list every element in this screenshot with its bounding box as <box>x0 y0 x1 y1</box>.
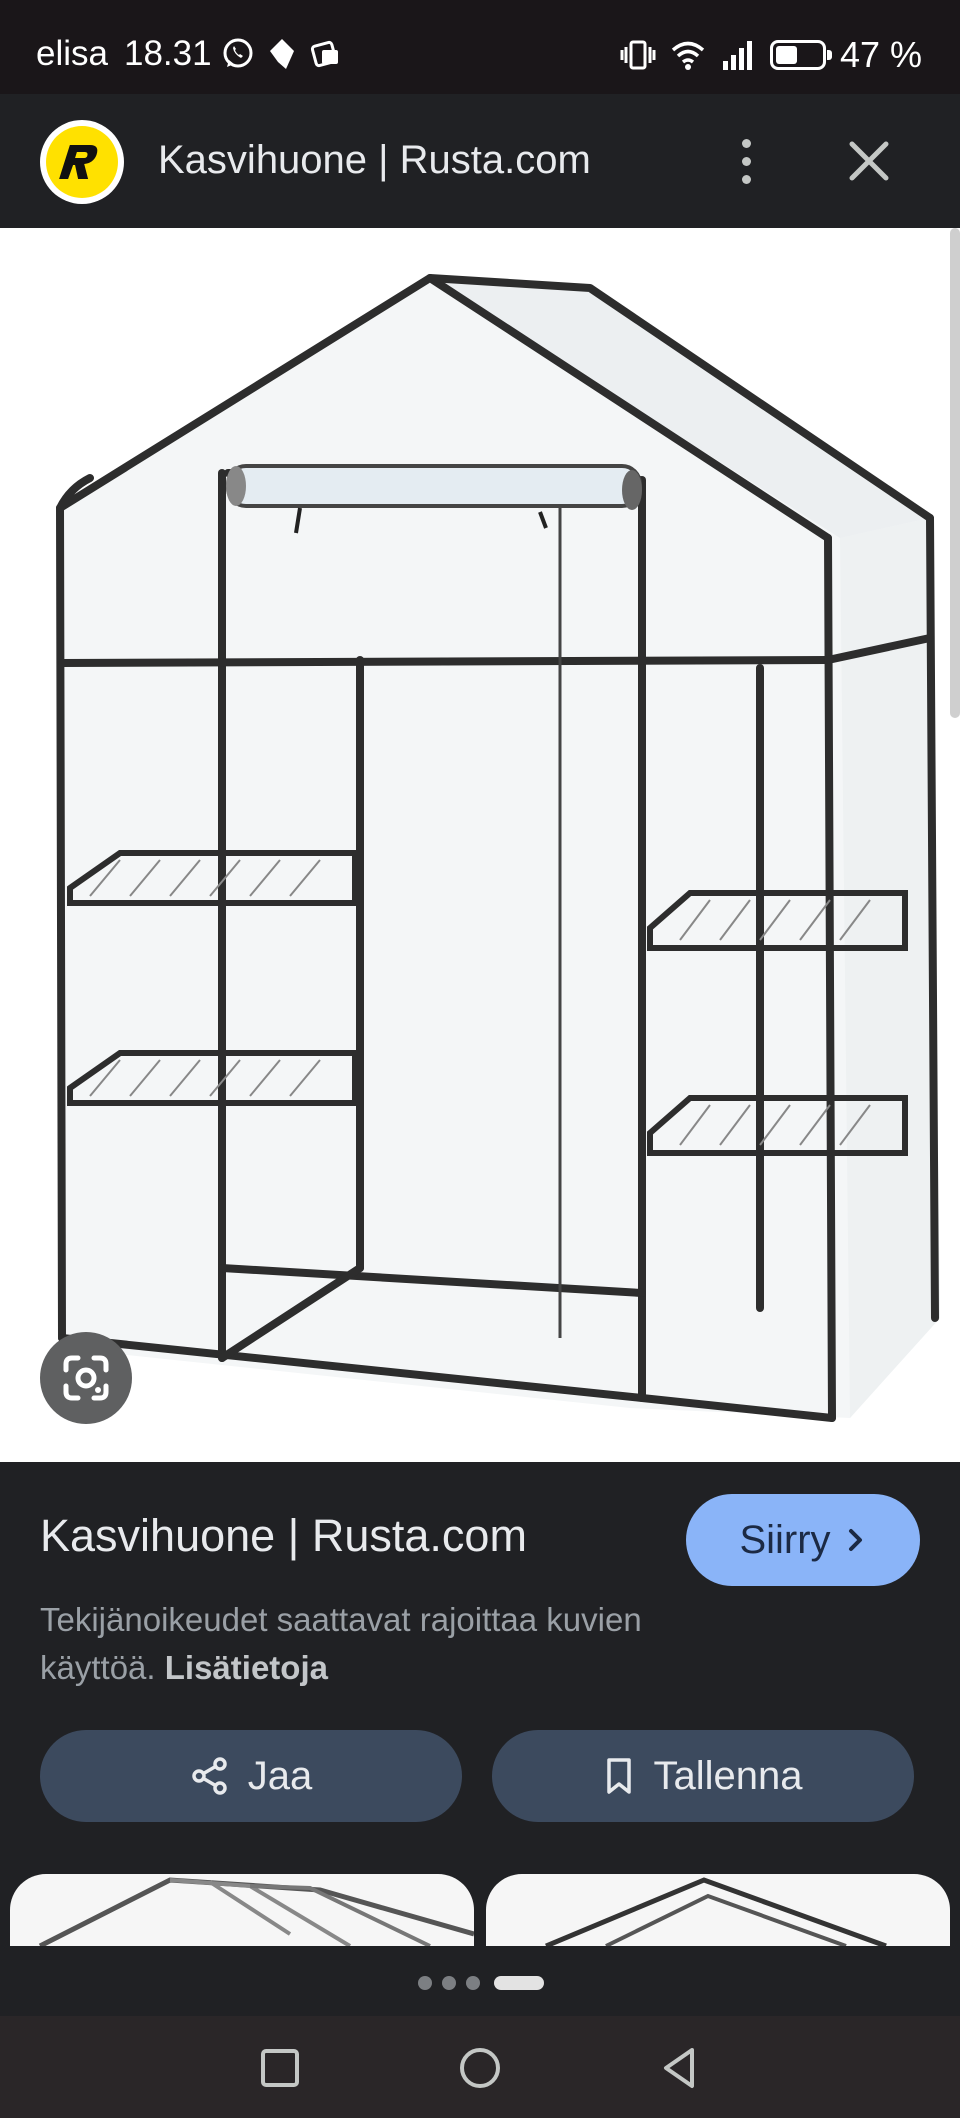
triangle-back-icon[interactable] <box>656 2044 704 2092</box>
whatsapp-icon <box>223 38 253 68</box>
pager-dot-active[interactable] <box>494 1976 544 1990</box>
rusta-logo-mark <box>59 145 98 179</box>
wifi-icon <box>671 41 705 70</box>
status-bar: elisa 18.31 47 % <box>0 0 960 94</box>
pager-dot-1[interactable] <box>418 1976 432 1990</box>
related-greenhouse-1 <box>38 1877 474 1946</box>
google-lens-icon <box>63 1355 109 1401</box>
pager-dot-3[interactable] <box>466 1976 480 1990</box>
close-icon[interactable] <box>840 132 898 190</box>
viewer-header: Kasvihuone | Rusta.com <box>0 94 960 228</box>
visit-button[interactable]: Siirry <box>686 1494 920 1586</box>
google-lens-button[interactable] <box>40 1332 132 1424</box>
scrollbar-thumb[interactable] <box>950 228 960 718</box>
battery-icon <box>769 40 832 70</box>
share-label: Jaa <box>247 1753 313 1798</box>
copyright-text: Tekijänoikeudet saattavat rajoittaa kuvi… <box>40 1601 642 1686</box>
save-button[interactable]: Tallenna <box>492 1730 914 1822</box>
main-image[interactable] <box>0 228 960 1462</box>
chevron-right-icon <box>848 1529 862 1551</box>
visit-button-label: Siirry <box>739 1517 831 1562</box>
learn-more-link[interactable]: Lisätietoja <box>165 1649 328 1686</box>
save-label: Tallenna <box>653 1753 803 1798</box>
copyright-notice: Tekijänoikeudet saattavat rajoittaa kuvi… <box>40 1596 760 1692</box>
greenhouse-image <box>56 274 940 1422</box>
share-icon <box>192 1757 227 1795</box>
share-button[interactable]: Jaa <box>40 1730 462 1822</box>
image-pager <box>0 1946 960 2016</box>
more-options-button[interactable] <box>726 130 766 192</box>
carrier-label: elisa <box>36 34 108 73</box>
rusta-logo <box>40 120 124 204</box>
pager-dot-2[interactable] <box>442 1976 456 1990</box>
messenger-icon <box>269 39 294 69</box>
vibrate-icon <box>620 40 656 70</box>
more-vert-icon <box>741 138 751 148</box>
related-image-2[interactable] <box>486 1874 950 1946</box>
bookmark-icon <box>607 1758 632 1794</box>
related-greenhouse-2 <box>545 1877 887 1946</box>
battery-percent: 47 % <box>839 34 922 75</box>
signal-icon <box>722 41 752 70</box>
related-image-1[interactable] <box>10 1874 474 1946</box>
header-title[interactable]: Kasvihuone | Rusta.com <box>158 138 591 183</box>
status-time: 18.31 <box>123 34 212 73</box>
circle-home-icon[interactable] <box>456 2044 504 2092</box>
notification-icon <box>310 40 338 68</box>
result-title[interactable]: Kasvihuone | Rusta.com <box>40 1510 527 1562</box>
system-nav-bar <box>0 2016 960 2118</box>
square-recents-icon[interactable] <box>256 2044 304 2092</box>
